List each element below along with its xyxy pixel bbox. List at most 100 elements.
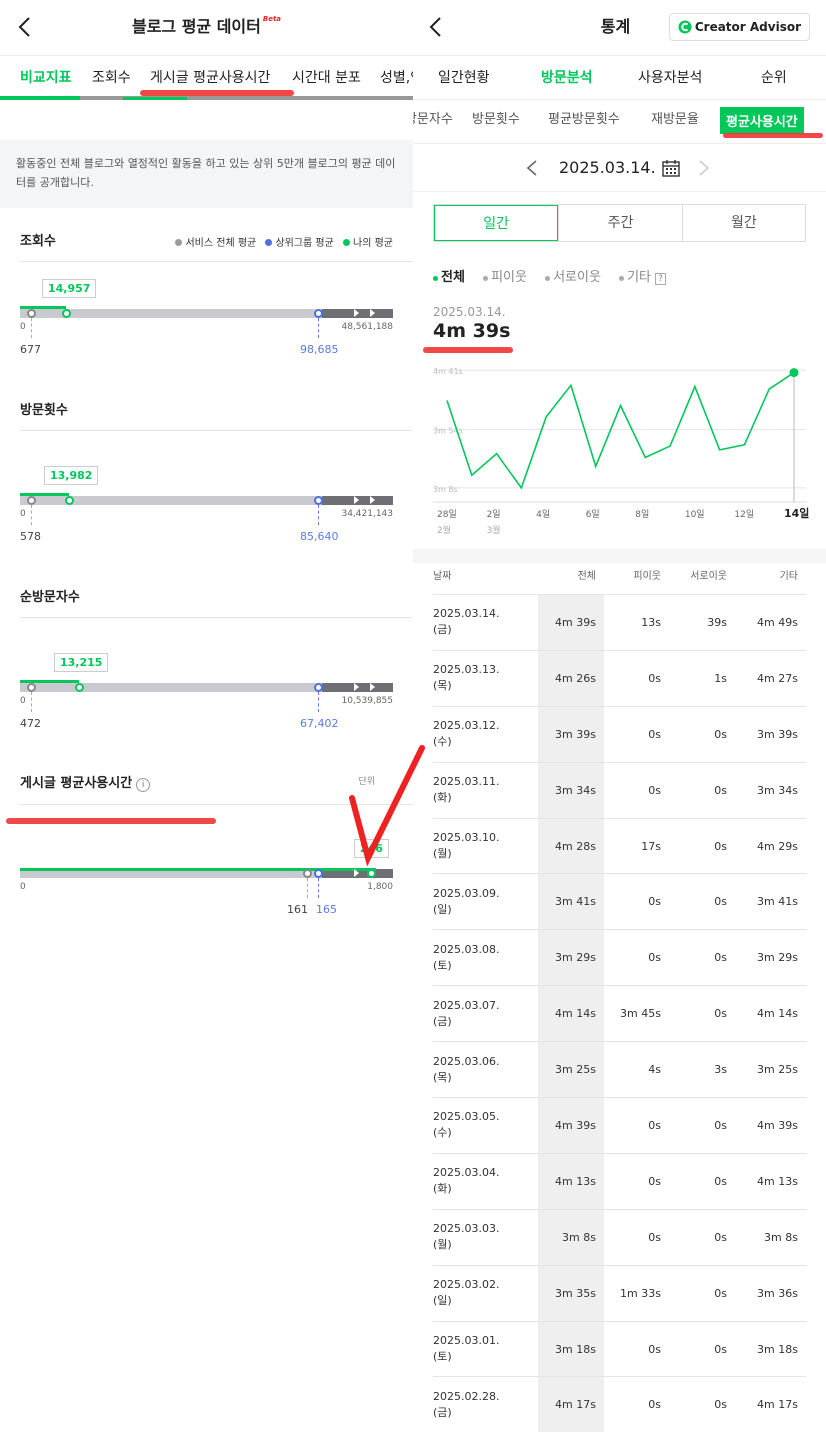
service-avg-marker — [303, 869, 312, 878]
top-dash — [318, 318, 319, 338]
next-date-icon[interactable] — [697, 159, 711, 177]
my-value-bubble: 13,215 — [54, 653, 109, 672]
min-label: 0 — [20, 696, 26, 706]
metric-views: 조회수 서비스 전체 평균 상위그룹 평균 나의 평균 — [0, 204, 413, 262]
cell-value: 4m 17s — [538, 1377, 604, 1433]
period-monthly[interactable]: 월간 — [681, 205, 805, 241]
chevron-right-icon — [354, 496, 359, 504]
date-text: 2025.03.03. — [433, 1222, 500, 1236]
cell-value: 0s — [648, 1174, 661, 1188]
tab-time-dist[interactable]: 시간대 분포 — [292, 56, 361, 100]
cell-value: 3m 29s — [757, 951, 798, 965]
stats-panel: 통계 Creator Advisor 일간현황 방문분석 사용자분석 순위 순방… — [123, 0, 826, 1453]
red-annotation — [140, 90, 294, 96]
cell-value: 0s — [714, 895, 727, 909]
cell-value: 0s — [648, 1118, 661, 1132]
period-weekly[interactable]: 주간 — [558, 205, 681, 241]
legend-top: 상위그룹 평균 — [265, 238, 334, 249]
date-text: 2025.03.04. — [433, 1166, 500, 1180]
tab-views[interactable]: 조회수 — [92, 56, 131, 100]
cell-value: 0s — [714, 839, 727, 853]
weekday-text: (토) — [433, 1350, 452, 1364]
table-row: 2025.02.28. (금) 4m 17s 0s 0s 4m 17s — [433, 1376, 806, 1433]
my-avg-marker — [75, 683, 84, 692]
x-tick-label: 4일 — [536, 509, 550, 520]
subtab-visits[interactable]: 방문횟수 — [472, 100, 520, 140]
prev-date-icon[interactable] — [525, 159, 539, 177]
cell-date: 2025.03.09. (일) — [433, 886, 538, 918]
cell-value: 3m 25s — [757, 1063, 798, 1077]
filter-mutual[interactable]: 서로이웃 — [545, 270, 601, 285]
bar-mine-segment — [20, 306, 66, 309]
cell-value: 4m 14s — [538, 986, 604, 1042]
period-selector: 일간 주간 월간 — [433, 204, 806, 242]
metric-bar — [20, 680, 393, 692]
cell-value: 17s — [641, 839, 661, 853]
cell-value: 3m 29s — [538, 930, 604, 986]
cell-value: 0s — [714, 1398, 727, 1412]
red-annotation — [6, 818, 216, 824]
tab-gender[interactable]: 성별,연 — [380, 56, 413, 100]
x-tick-label: 8일 — [635, 509, 649, 520]
brand-name: Creator Advisor — [694, 20, 801, 34]
weekday-text: (금) — [433, 1014, 452, 1028]
weekday-text: (금) — [433, 1405, 452, 1419]
legend-dot-green-icon — [343, 239, 351, 246]
date-text: 2025.03.05. — [433, 1110, 500, 1124]
cell-value: 13s — [641, 615, 661, 629]
top-avg-value: 67,402 — [300, 717, 339, 730]
series-filters: 전체 피이웃 서로이웃 기타 ? — [433, 266, 680, 285]
period-daily[interactable]: 일간 — [434, 205, 559, 241]
cell-value: 3m 35s — [538, 1265, 604, 1321]
chevron-right-icon — [354, 869, 359, 877]
subtab-revisit[interactable]: 재방문율 — [651, 100, 699, 140]
table-row: 2025.03.06. (목) 3m 25s 4s 3s 3m 25s — [433, 1041, 806, 1098]
top-avg-marker — [314, 496, 323, 505]
cell-value: 3m 39s — [538, 706, 604, 762]
cell-value: 4s — [648, 1063, 661, 1077]
table-row: 2025.03.03. (월) 3m 8s 0s 0s 3m 8s — [433, 1208, 806, 1265]
table-row: 2025.03.05. (수) 4m 39s 0s 0s 4m 39s — [433, 1097, 806, 1153]
stats-table: 날짜 전체 피이웃 서로이웃 기타 2025.03.14. (금) 4m 39s 13… — [433, 560, 806, 1433]
tab-user-analysis[interactable]: 사용자분석 — [638, 56, 702, 99]
tab-visit-analysis[interactable]: 방문분석 — [541, 56, 593, 99]
subtab-unique[interactable]: 순방문자수 — [413, 100, 453, 140]
table-row: 2025.03.02. (일) 3m 35s 1m 33s 0s 3m 36s — [433, 1264, 806, 1321]
cell-value: 4m 29s — [757, 839, 798, 853]
cell-value: 0s — [648, 1342, 661, 1356]
tab-rank[interactable]: 순위 — [761, 56, 787, 99]
left-header: 블로그 평균 데이터 Beta — [0, 0, 413, 56]
x-tick-label: 2일 — [487, 509, 501, 520]
service-avg-value: 161 — [287, 903, 308, 916]
cell-value: 4m 39s — [538, 1098, 604, 1153]
subtab-avg-visits[interactable]: 평균방문횟수 — [548, 100, 620, 140]
date-text: 2025.03.06. — [433, 1054, 500, 1068]
calendar-icon[interactable] — [661, 158, 681, 178]
weekday-text: (수) — [433, 735, 452, 749]
subtab-avg-time[interactable]: 평균사용시간 — [720, 107, 804, 134]
cell-value: 3m 41s — [538, 874, 604, 930]
date-text: 2025.03.01. — [433, 1334, 500, 1348]
cell-value: 0s — [648, 783, 661, 797]
date-text: 2025.03.11. — [433, 775, 500, 789]
service-dash — [31, 505, 32, 525]
date-text: 2025.03.08. — [433, 942, 500, 956]
filter-dot-icon — [619, 276, 625, 281]
col-total: 전체 — [577, 571, 596, 582]
weekday-text: (월) — [433, 847, 452, 860]
creator-advisor-button[interactable]: Creator Advisor — [668, 13, 810, 41]
filter-all[interactable]: 전체 — [433, 270, 465, 285]
filter-other[interactable]: 기타 ? — [619, 270, 666, 285]
cell-value: 0s — [714, 1007, 727, 1021]
tab-compare[interactable]: 비교지표 — [20, 56, 72, 100]
filter-dot-icon — [545, 276, 551, 281]
service-avg-value: 472 — [20, 717, 41, 730]
tab-daily[interactable]: 일간현황 — [438, 56, 490, 99]
current-point[interactable] — [789, 368, 799, 378]
current-date: 2025.03.14. — [559, 158, 656, 177]
info-icon[interactable]: i — [136, 778, 151, 792]
help-icon[interactable]: ? — [655, 273, 666, 285]
cell-value: 3s — [714, 1063, 727, 1077]
filter-neighbor[interactable]: 피이웃 — [483, 270, 527, 285]
cell-value: 4m 49s — [757, 615, 798, 629]
